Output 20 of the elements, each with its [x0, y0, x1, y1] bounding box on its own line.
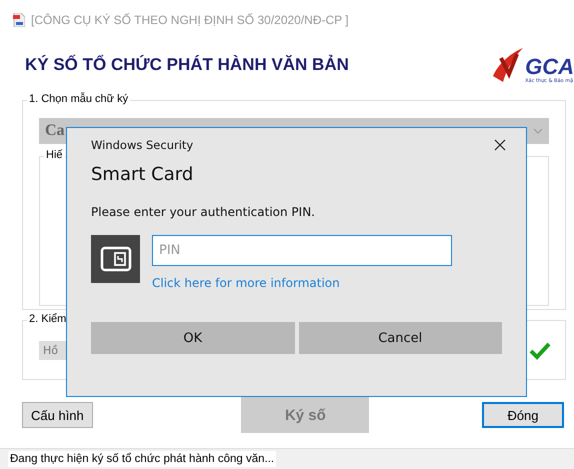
- dialog-button[interactable]: Cancel: [298, 322, 502, 354]
- dialog-caption: Windows Security: [91, 138, 194, 152]
- pin-field[interactable]: PIN: [152, 235, 452, 266]
- dialog-title: Smart Card: [91, 164, 194, 185]
- swoosh-logo-icon: [491, 46, 526, 84]
- action-button[interactable]: Cấu hình: [22, 402, 93, 428]
- group-legend: 2. Kiểm: [27, 313, 68, 325]
- preview-legend: Hiế: [44, 149, 65, 161]
- logo-text: GCA: [525, 56, 574, 78]
- status-text: Đang thực hiện ký số tổ chức phát hành công văn...: [8, 451, 276, 467]
- card-chip-drawing: [100, 246, 132, 272]
- action-button[interactable]: Đóng: [482, 402, 564, 428]
- document-icon: [13, 13, 25, 27]
- dialog-message: Please enter your authentication PIN.: [91, 205, 316, 219]
- page-title: KÝ SỐ TỔ CHỨC PHÁT HÀNH VĂN BẢN: [25, 55, 349, 75]
- group-legend: 1. Chọn mẫu chữ ký: [27, 93, 130, 105]
- close-icon[interactable]: [494, 139, 506, 151]
- window-title: [CÔNG CỤ KÝ SỐ THEO NGHỊ ĐỊNH SỐ 30/2020/NĐ-CP ]: [31, 13, 349, 27]
- chevron-down-icon: [533, 128, 543, 134]
- dialog-button[interactable]: OK: [91, 322, 294, 354]
